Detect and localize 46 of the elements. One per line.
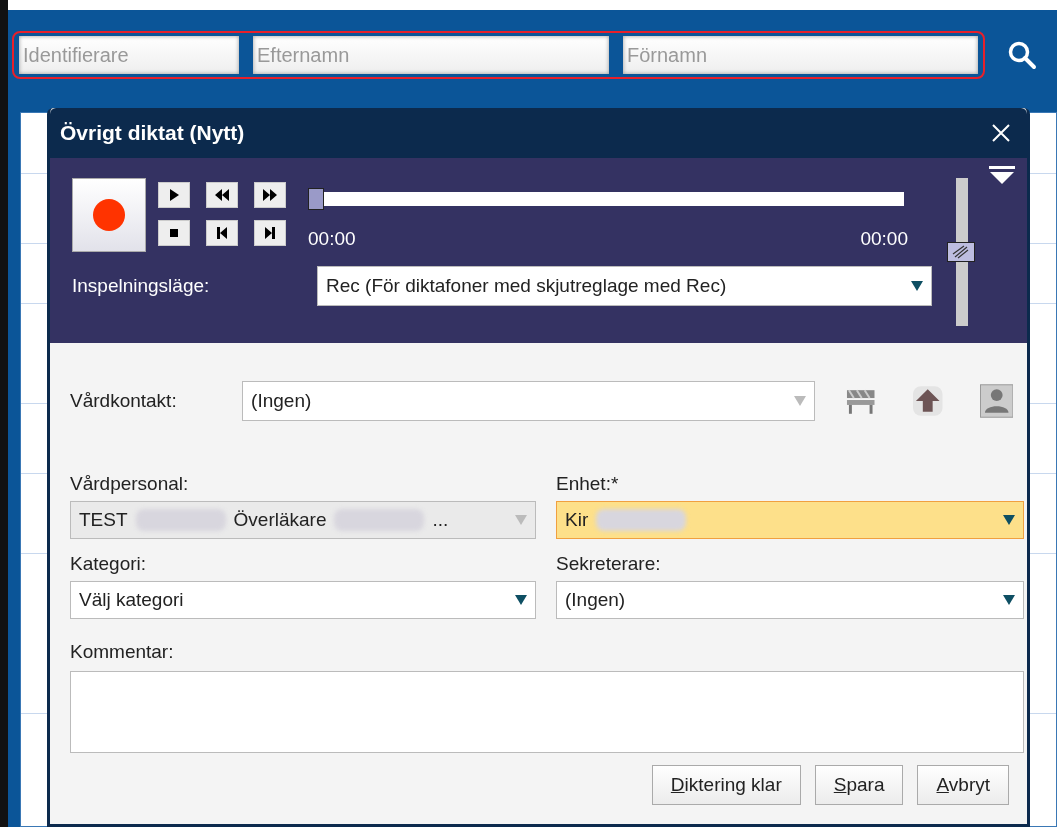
search-field[interactable]: Efternamn [253, 36, 609, 74]
field-label: Kommentar: [70, 641, 175, 663]
field-label: Kategori: [70, 553, 148, 575]
record-icon [93, 199, 125, 231]
position-thumb[interactable] [308, 188, 324, 210]
play-button[interactable] [158, 182, 190, 208]
field-label: Sekreterare: [556, 553, 662, 575]
forward-button[interactable] [254, 182, 286, 208]
start-button[interactable] [206, 220, 238, 246]
search-icon[interactable] [1007, 40, 1037, 70]
duration-time: 00:00 [860, 228, 908, 250]
dropdown-field[interactable]: Välj kategori [70, 581, 536, 619]
volume-thumb[interactable] [947, 242, 975, 262]
search-field[interactable]: Identifierare [19, 36, 239, 74]
dialog-title: Övrigt diktat (Nytt) [60, 121, 245, 145]
dropdown-field[interactable]: (Ingen) [556, 581, 1024, 619]
dropdown-arrow-icon [1003, 515, 1015, 525]
dialog-button[interactable]: Diktering klar [651, 765, 801, 805]
rewind-icon [214, 189, 230, 201]
field-label: Vårdpersonal: [70, 473, 190, 495]
record-button[interactable] [72, 178, 146, 252]
dropdown-arrow-icon [793, 396, 806, 406]
end-icon [262, 227, 278, 239]
dropdown-arrow-icon [515, 515, 527, 525]
forward-icon [262, 189, 278, 201]
stop-button[interactable] [158, 220, 190, 246]
field-label: Vårdkontakt: [70, 390, 178, 412]
panel-menu-icon[interactable] [989, 166, 1015, 186]
dropdown-arrow-icon [1003, 595, 1015, 605]
dialog-button[interactable]: Avbryt [917, 765, 1009, 805]
close-icon[interactable] [991, 123, 1011, 143]
end-button[interactable] [254, 220, 286, 246]
start-icon [214, 227, 230, 239]
rewind-button[interactable] [206, 182, 238, 208]
dropdown-arrow-icon [515, 595, 527, 605]
field-label: Enhet:* [556, 473, 620, 495]
dropdown-arrow-icon [911, 281, 923, 291]
recording-mode-select[interactable]: Rec (För diktafoner med skjutreglage med Rec) [317, 266, 932, 306]
comment-field[interactable] [70, 671, 1024, 753]
dropdown-field[interactable]: Kir [556, 501, 1024, 539]
person-icon[interactable] [979, 384, 1013, 418]
recording-mode-label: Inspelningsläge: [72, 275, 211, 297]
elapsed-time: 00:00 [308, 228, 356, 250]
barrier-icon[interactable] [844, 387, 877, 415]
dialog-button[interactable]: Spara [814, 765, 904, 805]
search-field[interactable]: Förnamn [623, 36, 978, 74]
